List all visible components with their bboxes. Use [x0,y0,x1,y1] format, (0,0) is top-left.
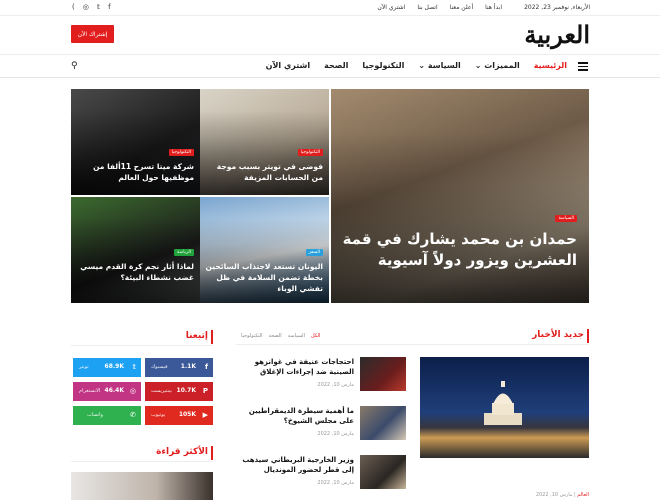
hero-tile-meta[interactable]: التكنولوجيا شركة ميتا تسرح 11ألفا من موظ… [71,89,200,195]
category-badge[interactable]: الرياضة [174,249,194,256]
pinterest-icon: P [202,387,208,395]
top-links: ابدأ هنا أعلن معنا اتصل بنا اشتري الآن [377,4,502,11]
featured-date: مارس 10, 2022 [535,492,573,498]
category-badge[interactable]: التكنولوجيا [168,149,194,156]
section-title: جديد الأخبار [532,330,584,340]
nav-item-politics[interactable]: السياسة ⌄ [418,61,460,70]
hero-tile-title[interactable]: اليونان تستعد لاجتذاب السائحين بخطة تضمن… [205,261,323,294]
network-label: فيسبوك [151,364,168,370]
featured-news-image[interactable] [420,357,589,458]
article-title[interactable]: ما أهمية سيطرة الديمقراطيين على مجلس الش… [236,406,354,426]
most-read-header: الأكثر قراءة [71,446,213,462]
network-label: الانستغرام [79,388,101,394]
hero-tile-messi[interactable]: الرياضة لماذا أثار نجم كرة القدم ميسي غض… [71,197,200,303]
menu-icon[interactable] [578,62,588,71]
hero-tile-title[interactable]: فوضى في تويتر بسبب موجة من الحسابات المز… [205,161,323,183]
network-label: تويتر [79,364,89,370]
hero-main-title[interactable]: حمدان بن محمد يشارك في قمة العشرين ويزور… [342,229,577,271]
nav-item-buy[interactable]: اشتري الآن [266,61,311,70]
article-title[interactable]: وزير الخارجية البريطاني سيذهب إلى قطر لح… [236,455,354,475]
site-logo[interactable]: العربية [524,20,591,49]
featured-category[interactable]: العالم [577,492,589,498]
article-date: مارس 10, 2022 [317,431,354,437]
instagram-icon: ◎ [129,387,136,395]
nav-items: الرئيسية المميزات ⌄ السياسة ⌄ التكنولوجي… [266,61,567,70]
tab-health[interactable]: الصحة [269,333,282,339]
follower-count: 46.4K [104,387,124,394]
category-badge[interactable]: السياسة [555,215,577,222]
section-accent [587,329,589,343]
section-title: الأكثر قراءة [156,447,208,457]
follower-count: 1.1K [180,363,196,370]
section-accent [211,330,213,344]
capitol-dome [484,381,522,425]
nav-item-health[interactable]: الصحة [324,61,348,70]
section-title: إتبعنا [185,331,208,341]
facebook-counter[interactable]: f 1.1K فيسبوك [145,358,213,377]
hero-tile-title[interactable]: شركة ميتا تسرح 11ألفا من موظفيها حول الع… [76,161,194,183]
follower-count: 105K [178,411,196,418]
youtube-icon: ▶ [202,411,208,419]
follower-count: 68.9K [104,363,124,370]
hero-grid: السياسة حمدان بن محمد يشارك في قمة العشر… [71,89,589,303]
top-bar: الأربعاء, نوفمبر 23, 2022 ابدأ هنا أعلن … [0,0,660,16]
nav-item-home[interactable]: الرئيسية [534,61,567,70]
article-thumbnail[interactable] [360,455,406,489]
article-thumbnail[interactable] [360,406,406,440]
top-link-contact[interactable]: اتصل بنا [417,4,437,11]
category-badge[interactable]: السفر [305,249,323,256]
top-link-start[interactable]: ابدأ هنا [485,4,502,11]
tab-all[interactable]: الكل [311,333,320,339]
tab-technology[interactable]: التكنولوجيا [241,333,263,339]
list-item[interactable]: وزير الخارجية البريطاني سيذهب إلى قطر لح… [236,455,406,495]
youtube-counter[interactable]: ▶ 105K يوتيوب [145,406,213,425]
article-title[interactable]: احتجاجات عنيفة في غوانزهو الصينية ضد إجر… [236,357,354,377]
article-thumbnail[interactable] [360,357,406,391]
article-date: مارس 10, 2022 [317,480,354,486]
top-link-advertise[interactable]: أعلن معنا [450,4,473,11]
category-badge[interactable]: التكنولوجيا [297,149,323,156]
hero-tile-twitter[interactable]: التكنولوجيا فوضى في تويتر بسبب موجة من ا… [200,89,329,195]
facebook-icon: f [204,363,208,371]
most-read-image[interactable] [71,472,213,500]
top-social-icons: f 𝕥 ◎ ) [72,3,111,11]
list-item[interactable]: ما أهمية سيطرة الديمقراطيين على مجلس الش… [236,406,406,446]
facebook-icon[interactable]: f [108,3,110,11]
nav-item-features[interactable]: المميزات ⌄ [475,61,520,70]
section-accent [211,446,213,460]
latest-news-header: جديد الأخبار الكل السياسة الصحة التكنولو… [236,329,589,345]
twitter-icon[interactable]: 𝕥 [97,3,100,11]
current-date: الأربعاء, نوفمبر 23, 2022 [524,4,590,11]
network-label: واتساب [87,412,103,418]
rss-icon[interactable]: ) [72,3,75,11]
follow-us-header: إتبعنا [71,330,213,346]
network-label: يوتيوب [151,412,166,418]
hero-main-article[interactable]: السياسة حمدان بن محمد يشارك في قمة العشر… [331,89,589,303]
top-link-buy[interactable]: اشتري الآن [377,4,405,11]
main-nav: الرئيسية المميزات ⌄ السياسة ⌄ التكنولوجي… [0,54,660,78]
article-date: مارس 10, 2022 [317,382,354,388]
list-item[interactable]: احتجاجات عنيفة في غوانزهو الصينية ضد إجر… [236,357,406,397]
network-label: بينتيريست [151,388,172,394]
whatsapp-icon: ✆ [130,411,136,419]
follower-count: 10.7K [176,387,196,394]
news-tabs: الكل السياسة الصحة التكنولوجيا [241,333,320,339]
twitter-icon: 𝕥 [132,363,136,371]
twitter-counter[interactable]: 𝕥 68.9K تويتر [73,358,141,377]
pinterest-counter[interactable]: P 10.7K بينتيريست [145,382,213,401]
instagram-counter[interactable]: ◎ 46.4K الانستغرام [73,382,141,401]
tab-politics[interactable]: السياسة [288,333,305,339]
hero-tile-greece[interactable]: السفر اليونان تستعد لاجتذاب السائحين بخط… [200,197,329,303]
featured-news-meta: العالم | مارس 10, 2022 [535,492,589,498]
instagram-icon[interactable]: ◎ [83,3,89,11]
search-icon[interactable]: ⚲ [71,61,78,71]
whatsapp-counter[interactable]: ✆ واتساب [73,406,141,425]
subscribe-button[interactable]: إشتراك الآن [71,25,114,43]
nav-item-technology[interactable]: التكنولوجيا [362,61,404,70]
site-header: العربية إشتراك الآن [0,17,660,54]
hero-tile-title[interactable]: لماذا أثار نجم كرة القدم ميسي غضب نشطاء … [76,261,194,283]
